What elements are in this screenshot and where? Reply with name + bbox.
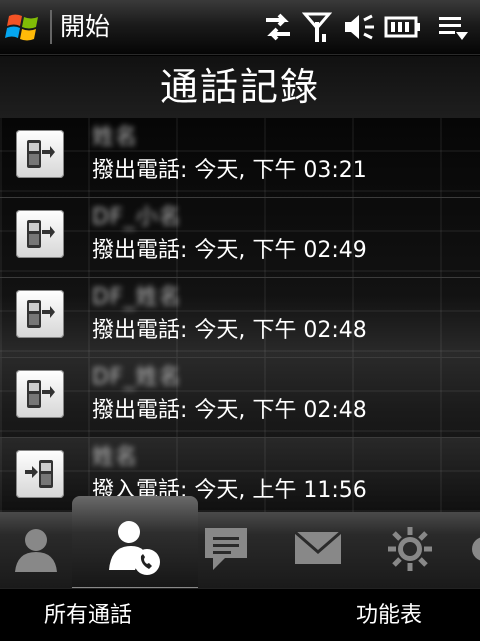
- contact-name: DF_姓名: [92, 365, 182, 390]
- status-bar: 開始: [0, 0, 480, 55]
- contact-person-icon: [15, 529, 57, 572]
- call-history-item[interactable]: DF_姓名 撥出電話: 今天, 下午 02:48: [0, 358, 480, 438]
- phone-call-person-icon: [109, 521, 160, 575]
- tab-contacts[interactable]: [0, 512, 72, 588]
- call-detail: 撥出電話: 今天, 下午 02:48: [92, 318, 367, 343]
- data-sync-icon[interactable]: [262, 10, 294, 44]
- contact-name: 姓名: [92, 125, 139, 150]
- outgoing-call-icon: [16, 370, 64, 418]
- call-detail: 撥出電話: 今天, 下午 02:48: [92, 398, 367, 423]
- call-history-list[interactable]: 姓名 撥出電話: 今天, 下午 03:21 DF_小名 撥出電話: 今天, 下午…: [0, 118, 480, 512]
- call-history-item[interactable]: 姓名 撥出電話: 今天, 下午 03:21: [0, 118, 480, 198]
- outgoing-call-icon: [16, 130, 64, 178]
- outgoing-call-icon: [16, 290, 64, 338]
- tab-messages[interactable]: [198, 512, 254, 588]
- soft-key-bar: 所有通話 功能表: [0, 588, 480, 641]
- call-history-item[interactable]: DF_小名 撥出電話: 今天, 下午 02:49: [0, 198, 480, 278]
- call-detail: 撥出電話: 今天, 下午 03:21: [92, 158, 367, 183]
- start-menu-label[interactable]: 開始: [60, 12, 110, 42]
- tab-more-partial[interactable]: [466, 512, 480, 588]
- tab-email[interactable]: [270, 512, 366, 588]
- windows-logo-icon[interactable]: [5, 10, 45, 44]
- settings-gear-icon: [388, 527, 432, 571]
- tab-call-history[interactable]: [72, 496, 198, 588]
- page-title: 通話記錄: [0, 56, 480, 118]
- tab-bar: [0, 496, 480, 588]
- contact-name: DF_姓名: [92, 285, 182, 310]
- contact-name: 姓名: [92, 445, 139, 470]
- battery-icon[interactable]: [384, 10, 422, 44]
- tab-settings[interactable]: [372, 512, 448, 588]
- call-detail: 撥出電話: 今天, 下午 02:49: [92, 238, 367, 263]
- incoming-call-icon: [16, 450, 64, 498]
- partial-tab-icon: [472, 537, 480, 561]
- softkey-menu[interactable]: 功能表: [356, 601, 422, 631]
- outgoing-call-icon: [16, 210, 64, 258]
- softkey-all-calls[interactable]: 所有通話: [44, 601, 132, 631]
- message-bubble-icon: [205, 528, 247, 570]
- contact-name: DF_小名: [92, 205, 182, 230]
- signal-icon[interactable]: [301, 10, 333, 44]
- separator: [50, 10, 52, 44]
- menu-icon[interactable]: [436, 10, 470, 44]
- mail-envelope-icon: [294, 530, 342, 564]
- volume-icon[interactable]: [342, 10, 378, 44]
- call-history-item[interactable]: DF_姓名 撥出電話: 今天, 下午 02:48: [0, 278, 480, 358]
